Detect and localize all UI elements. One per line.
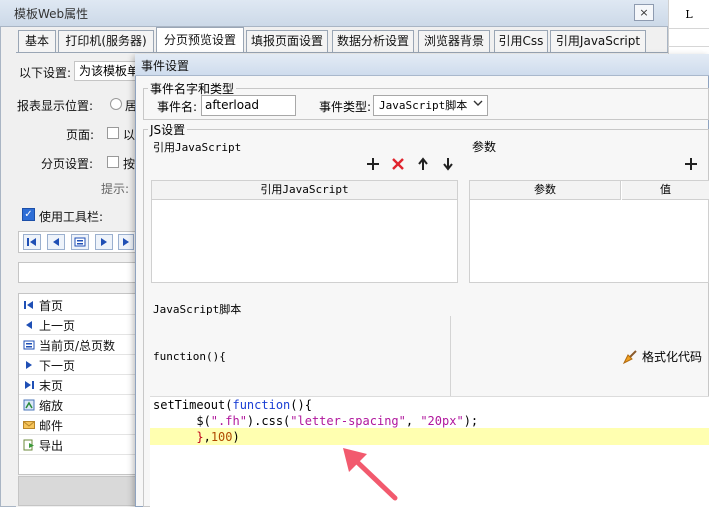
code-line: },100) — [153, 429, 240, 445]
page-option: 以 — [123, 128, 136, 142]
delete-icon[interactable] — [390, 157, 406, 173]
zoom-icon — [23, 399, 35, 411]
code-token: ) — [232, 430, 240, 444]
code-number: 100 — [210, 430, 233, 444]
chevron-down-icon[interactable] — [470, 96, 486, 115]
prev-page-icon[interactable] — [47, 234, 65, 250]
settings-label: 以下设置: — [19, 66, 72, 80]
list-item[interactable]: 首页 — [19, 295, 135, 315]
list-item[interactable]: 缩放 — [19, 395, 135, 415]
page-count-icon — [23, 339, 35, 351]
close-icon[interactable]: × — [634, 4, 654, 21]
code-keyword: function — [232, 398, 291, 412]
tab-basic[interactable]: 基本 — [18, 30, 56, 52]
tab-ref-javascript[interactable]: 引用JavaScript — [550, 30, 646, 52]
list-item-label: 缩放 — [39, 399, 64, 413]
first-page-icon[interactable] — [23, 234, 41, 250]
format-code-label: 格式化代码 — [642, 350, 703, 364]
broom-icon — [622, 349, 638, 365]
code-token: , — [203, 430, 211, 444]
list-item-label: 末页 — [39, 379, 64, 393]
code-token: , — [405, 414, 421, 428]
code-token: (){ — [290, 398, 312, 412]
sheet-gridline — [668, 28, 709, 29]
code-token: } — [153, 430, 204, 444]
display-position-radio[interactable] — [110, 98, 122, 110]
list-item[interactable]: 下一页 — [19, 355, 135, 375]
code-line: setTimeout(function(){ — [153, 397, 312, 413]
tab-pagination-preview[interactable]: 分页预览设置 — [156, 27, 244, 53]
list-item-label: 邮件 — [39, 419, 64, 433]
list-item[interactable]: 当前页/总页数 — [19, 335, 135, 355]
params-column-header: 参数 — [470, 181, 621, 200]
page-label: 页面: — [66, 128, 95, 142]
add-icon[interactable] — [365, 157, 381, 173]
prev-page-icon — [23, 319, 35, 331]
code-token: setTimeout( — [153, 398, 233, 412]
code-string: ".fh" — [210, 414, 247, 428]
move-up-icon[interactable] — [415, 157, 431, 173]
tab-printer-server[interactable]: 打印机(服务器) — [58, 30, 154, 52]
code-line: $(".fh").css("letter-spacing", "20px"); — [153, 413, 478, 429]
mail-icon — [23, 419, 35, 431]
list-item-label: 首页 — [39, 299, 64, 313]
display-position-label: 报表显示位置: — [17, 99, 94, 113]
toolbar-preview-field — [18, 262, 136, 283]
tab-data-analysis[interactable]: 数据分析设置 — [332, 30, 414, 52]
event-name-input[interactable]: afterload — [201, 95, 296, 116]
annotation-arrow — [343, 448, 398, 501]
page-count-icon[interactable] — [71, 234, 89, 250]
add-param-icon[interactable] — [683, 157, 699, 173]
tab-fill-page[interactable]: 填报页面设置 — [246, 30, 328, 52]
last-page-icon[interactable] — [118, 234, 134, 250]
list-item[interactable]: 邮件 — [19, 415, 135, 435]
export-icon — [23, 439, 35, 451]
params-label: 参数 — [472, 140, 497, 154]
pagination-checkbox[interactable] — [107, 156, 119, 168]
code-string: "20px" — [420, 414, 464, 428]
last-page-icon — [23, 379, 35, 391]
settings-scope-select[interactable]: 为该模板单 — [74, 61, 144, 81]
list-item-label: 下一页 — [39, 359, 76, 373]
list-item[interactable]: 上一页 — [19, 315, 135, 335]
back-window-titlebar — [0, 0, 668, 27]
list-item-label: 当前页/总页数 — [39, 339, 116, 353]
event-type-label: 事件类型: — [319, 100, 372, 114]
dialog-titlebar — [135, 54, 709, 76]
list-item[interactable]: 导出 — [19, 435, 135, 455]
next-page-icon[interactable] — [95, 234, 113, 250]
function-header: function(){ — [153, 350, 226, 363]
code-token: $( — [153, 414, 211, 428]
list-footer — [18, 476, 136, 506]
list-item-label: 导出 — [39, 439, 64, 453]
sheet-column-header: L — [685, 8, 693, 21]
javascript-script-label: JavaScript脚本 — [153, 303, 242, 316]
tab-browser-background[interactable]: 浏览器背景 — [418, 30, 490, 52]
pagination-option: 按 — [123, 157, 136, 171]
use-toolbar-checkbox[interactable]: ✓ — [22, 208, 35, 221]
code-string: "letter-spacing" — [290, 414, 406, 428]
hint-label: 提示: — [101, 182, 130, 196]
move-down-icon[interactable] — [440, 157, 456, 173]
value-column-header: 值 — [622, 181, 709, 200]
code-token: ); — [463, 414, 479, 428]
first-page-icon — [23, 299, 35, 311]
page-checkbox[interactable] — [107, 127, 119, 139]
dialog-title: 事件设置 — [141, 59, 190, 73]
ref-javascript-label: 引用JavaScript — [153, 141, 242, 154]
event-name-label: 事件名: — [157, 100, 198, 114]
pagination-label: 分页设置: — [41, 157, 94, 171]
use-toolbar-label: 使用工具栏: — [39, 210, 104, 224]
list-item[interactable]: 末页 — [19, 375, 135, 395]
code-token: ).css( — [246, 414, 291, 428]
js-settings-group-title: JS设置 — [148, 121, 188, 138]
back-window-title: 模板Web属性 — [14, 7, 89, 21]
tab-ref-css[interactable]: 引用Css — [494, 30, 548, 52]
next-page-icon — [23, 359, 35, 371]
ref-javascript-column-header: 引用JavaScript — [152, 181, 457, 200]
sheet-gridline — [668, 46, 709, 47]
list-item-label: 上一页 — [39, 319, 76, 333]
